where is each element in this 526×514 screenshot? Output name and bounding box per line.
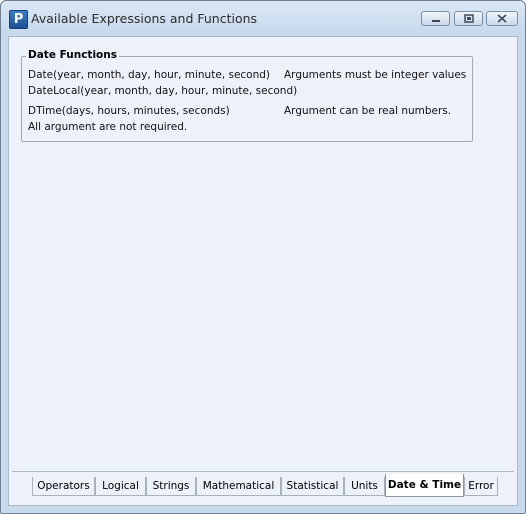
datelocal-function-text: DateLocal(year, month, day, hour, minute… (28, 85, 298, 97)
minimize-icon (432, 20, 440, 22)
tab-strings[interactable]: Strings (146, 477, 196, 496)
tab-error[interactable]: Error (464, 477, 498, 496)
group-title: Date Functions (26, 49, 119, 62)
restore-button[interactable] (454, 11, 483, 26)
close-button[interactable] (486, 11, 518, 26)
tab-units[interactable]: Units (344, 477, 385, 496)
tab-operators[interactable]: Operators (32, 477, 95, 496)
optional-arguments-note: All argument are not required. (28, 121, 188, 133)
dtime-function-text: DTime(days, hours, minutes, seconds) (28, 105, 230, 117)
integer-arguments-note: Arguments must be integer values (284, 69, 467, 81)
expressions-window: P Available Expressions and Functions Da… (0, 0, 526, 514)
title-bar[interactable]: P Available Expressions and Functions (1, 1, 525, 35)
close-icon (497, 14, 507, 23)
tab-date-time[interactable]: Date & Time (385, 474, 464, 497)
tab-logical[interactable]: Logical (95, 477, 146, 496)
app-p-icon[interactable]: P (9, 10, 28, 29)
tab-strip: Operators Logical Strings Mathematical S… (12, 471, 514, 497)
tab-mathematical[interactable]: Mathematical (196, 477, 281, 496)
real-numbers-note: Argument can be real numbers. (284, 105, 452, 117)
content-area: Date Functions Date(year, month, day, ho… (8, 36, 518, 506)
date-function-text: Date(year, month, day, hour, minute, sec… (28, 69, 271, 81)
minimize-button[interactable] (421, 11, 450, 26)
window-title: Available Expressions and Functions (31, 11, 258, 26)
restore-icon (464, 14, 474, 23)
tab-statistical[interactable]: Statistical (281, 477, 344, 496)
